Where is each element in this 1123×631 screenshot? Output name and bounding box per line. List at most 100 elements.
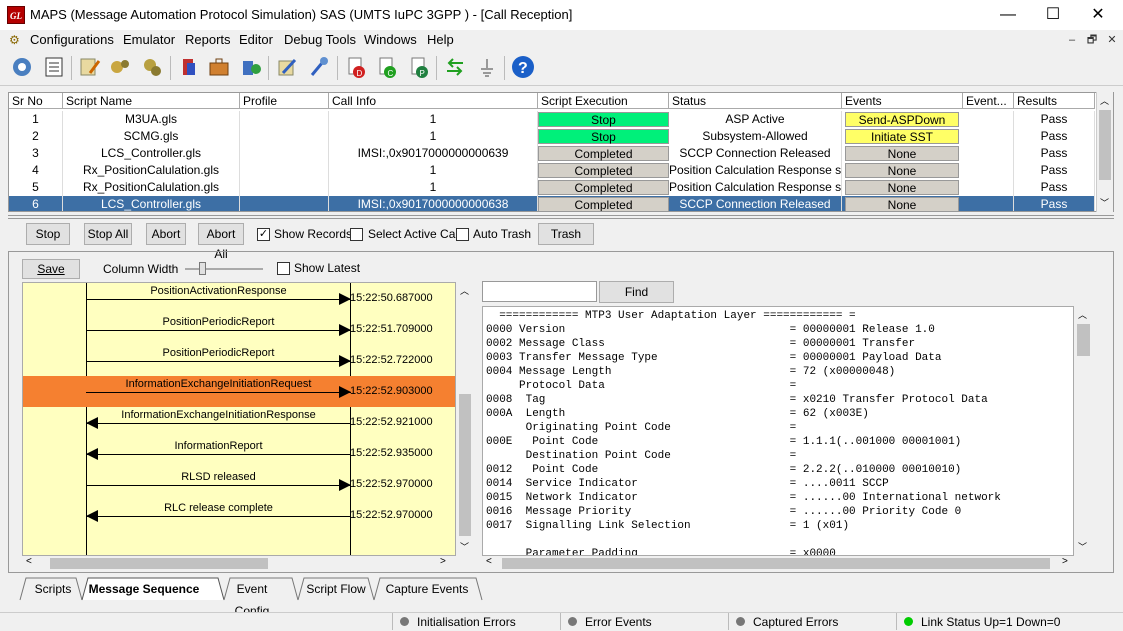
col-header-sr-no[interactable]: Sr No (9, 93, 63, 109)
mdi-restore-button[interactable]: 🗗 (1084, 33, 1100, 47)
edit-pencil-icon[interactable] (273, 53, 301, 81)
initialisation-errors-status[interactable]: Initialisation Errors (400, 614, 516, 630)
stop-script-button[interactable]: Stop (538, 129, 669, 144)
tools-icon[interactable] (305, 53, 333, 81)
menu-emulator[interactable]: Emulator (123, 32, 175, 47)
menu-editor[interactable]: Editor (239, 32, 273, 47)
help-icon[interactable]: ? (509, 53, 537, 81)
event-button[interactable]: None (845, 146, 959, 161)
splitter[interactable] (8, 215, 1114, 219)
menu-configurations[interactable]: Configurations (30, 32, 114, 47)
menu-reports[interactable]: Reports (185, 32, 231, 47)
scroll-left-icon[interactable]: < (26, 556, 32, 567)
find-input[interactable] (482, 281, 597, 302)
scroll-up-icon[interactable]: ︿ (460, 284, 469, 297)
column-width-slider-track[interactable] (185, 268, 263, 270)
scroll-thumb[interactable] (50, 558, 268, 569)
save-button[interactable]: Save (22, 259, 80, 279)
execution-status-button[interactable]: Completed (538, 197, 669, 211)
scroll-down-icon[interactable]: ﹀ (460, 540, 469, 553)
briefcase-icon[interactable] (205, 53, 233, 81)
close-button[interactable]: ✕ (1075, 0, 1121, 30)
menu-help[interactable]: Help (427, 32, 454, 47)
gears-run-icon[interactable] (138, 53, 166, 81)
event-button[interactable]: Send-ASPDown (845, 112, 959, 127)
settings-gear-icon[interactable] (8, 53, 36, 81)
stop-button[interactable]: Stop (26, 223, 70, 245)
sequence-horizontal-scrollbar[interactable]: < > (22, 556, 473, 571)
execution-status-button[interactable]: Completed (538, 163, 669, 178)
sequence-message[interactable]: RLSD released 15:22:52.970000 (23, 469, 455, 500)
abort-all-button[interactable]: Abort All (198, 223, 244, 261)
sequence-message[interactable]: PositionActivationResponse 15:22:50.68700… (23, 283, 455, 314)
tab-capture-events[interactable]: Capture Events (378, 578, 476, 600)
scroll-right-icon[interactable]: > (440, 556, 446, 567)
script-p-icon[interactable]: P (405, 53, 433, 81)
sequence-message-highlighted[interactable]: InformationExchangeInitiationRequest 15:2… (23, 376, 455, 407)
col-header-results[interactable]: Results (1014, 93, 1095, 109)
event-button[interactable]: None (845, 180, 959, 195)
auto-trash-checkbox[interactable] (456, 228, 469, 241)
menu-windows[interactable]: Windows (364, 32, 417, 47)
sequence-message[interactable]: InformationExchangeInitiationResponse 15:… (23, 407, 455, 438)
scroll-thumb[interactable] (502, 558, 1050, 569)
captured-errors-status[interactable]: Captured Errors (736, 614, 838, 630)
scroll-up-icon[interactable]: ︿ (1100, 94, 1109, 107)
execution-status-button[interactable]: Completed (538, 146, 669, 161)
event-button[interactable]: None (845, 197, 959, 211)
minimize-button[interactable]: — (985, 0, 1031, 30)
scroll-thumb[interactable] (1099, 110, 1111, 180)
decode-horizontal-scrollbar[interactable]: < > (482, 556, 1075, 571)
notepad-icon[interactable] (40, 53, 68, 81)
scroll-thumb[interactable] (1077, 324, 1090, 356)
stop-all-button[interactable]: Stop All (84, 223, 132, 245)
show-records-checkbox[interactable]: ✓ (257, 228, 270, 241)
scroll-left-icon[interactable]: < (486, 556, 492, 567)
script-c-icon[interactable]: C (373, 53, 401, 81)
user-database-icon[interactable] (237, 53, 265, 81)
mdi-close-button[interactable]: ✕ (1104, 33, 1120, 47)
event-button[interactable]: None (845, 163, 959, 178)
tab-message-sequence[interactable]: Message Sequence (88, 578, 200, 600)
col-header-profile[interactable]: Profile (240, 93, 329, 109)
grid-vertical-scrollbar[interactable]: ︿ ﹀ (1096, 92, 1113, 212)
table-row[interactable]: 3 LCS_Controller.gls IMSI:,0x90170000000… (9, 145, 1095, 162)
table-row[interactable]: 2 SCMG.gls 1 Stop Subsystem-Allowed Init… (9, 128, 1095, 145)
scroll-down-icon[interactable]: ﹀ (1078, 540, 1087, 553)
mdi-minimize-button[interactable]: – (1064, 33, 1080, 47)
table-row[interactable]: 4 Rx_PositionCalulation.gls 1 Completed … (9, 162, 1095, 179)
col-header-status[interactable]: Status (669, 93, 842, 109)
sequence-message[interactable]: RLC release complete 15:22:52.970000 (23, 500, 455, 531)
find-button[interactable]: Find (599, 281, 674, 303)
col-header-script-name[interactable]: Script Name (63, 93, 240, 109)
disconnect-icon[interactable] (473, 53, 501, 81)
maximize-button[interactable]: ☐ (1030, 0, 1076, 30)
abort-button[interactable]: Abort (146, 223, 186, 245)
stop-script-button[interactable]: Stop (538, 112, 669, 127)
event-button[interactable]: Initiate SST (845, 129, 959, 144)
tab-event-config[interactable]: Event Config (218, 578, 286, 618)
col-header-events[interactable]: Events (842, 93, 963, 109)
col-header-script-execution[interactable]: Script Execution (538, 93, 669, 109)
scroll-down-icon[interactable]: ﹀ (1100, 196, 1109, 209)
sequence-vertical-scrollbar[interactable]: ︿ ﹀ (457, 282, 473, 556)
decode-vertical-scrollbar[interactable]: ︿ ﹀ (1075, 306, 1092, 556)
table-row[interactable]: 5 Rx_PositionCalulation.gls 1 Completed … (9, 179, 1095, 196)
script-d-icon[interactable]: D (342, 53, 370, 81)
gears-icon[interactable] (106, 53, 134, 81)
tab-scripts[interactable]: Scripts (26, 578, 80, 600)
database-icon[interactable] (175, 53, 203, 81)
sequence-message[interactable]: PositionPeriodicReport 15:22:52.722000 (23, 345, 455, 376)
show-latest-checkbox[interactable] (277, 262, 290, 275)
scroll-thumb[interactable] (459, 394, 471, 536)
script-edit-icon[interactable] (76, 53, 104, 81)
execution-status-button[interactable]: Completed (538, 180, 669, 195)
tab-script-flow[interactable]: Script Flow (300, 578, 372, 600)
column-width-slider-thumb[interactable] (199, 262, 206, 275)
select-active-call-checkbox[interactable] (350, 228, 363, 241)
col-header-event-extra[interactable]: Event... (963, 93, 1014, 109)
connect-arrows-icon[interactable] (441, 53, 469, 81)
sequence-message[interactable]: InformationReport 15:22:52.935000 (23, 438, 455, 469)
sequence-message[interactable]: PositionPeriodicReport 15:22:51.709000 (23, 314, 455, 345)
error-events-status[interactable]: Error Events (568, 614, 652, 630)
